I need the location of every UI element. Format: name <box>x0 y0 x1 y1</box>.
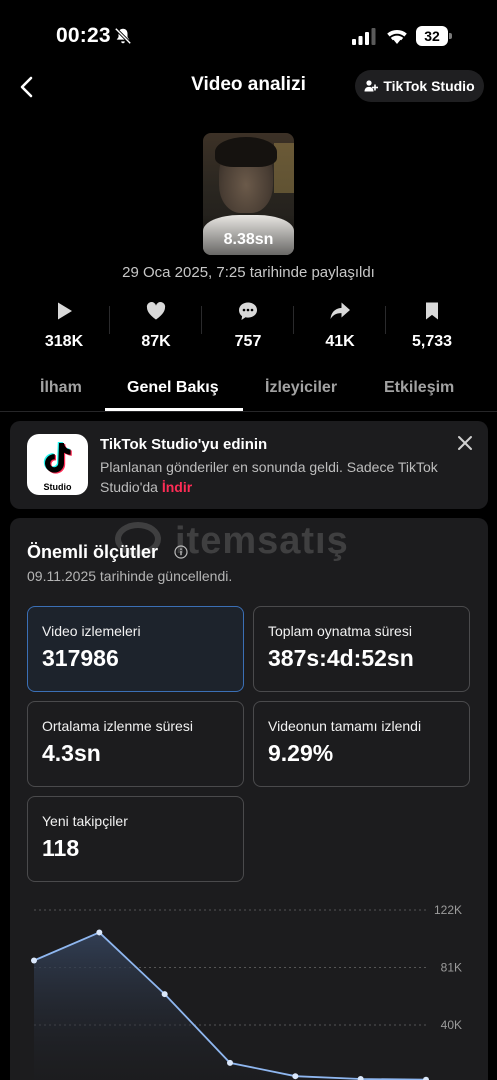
tab-viewers[interactable]: İzleyiciler <box>265 379 337 397</box>
active-tab-indicator <box>105 408 243 411</box>
battery-tip <box>449 33 452 39</box>
stat-comments-value: 757 <box>234 333 262 350</box>
chart-point[interactable] <box>96 929 103 936</box>
wifi-icon <box>387 29 407 44</box>
key-metrics-title: Önemli ölçütler <box>27 542 159 562</box>
tiktok-studio-button[interactable]: TikTok Studio <box>355 70 484 102</box>
tiktok-studio-logo: Studio <box>27 434 88 495</box>
battery-indicator: 32 <box>416 26 452 46</box>
download-link[interactable]: İndir <box>162 479 192 495</box>
metric-tile-average-watch-time[interactable]: Ortalama izlenme süresi 4.3sn <box>27 701 244 787</box>
stat-saves-value: 5,733 <box>411 333 453 350</box>
metric-label: Yeni takipçiler <box>42 813 128 829</box>
comment-icon <box>239 302 257 320</box>
metric-value: 118 <box>42 835 80 861</box>
stat-likes: 87K <box>116 300 196 351</box>
video-views-chart: 122K 81K 40K <box>31 903 462 1080</box>
studio-promo-banner: Studio TikTok Studio'yu edinin Planlanan… <box>10 421 488 509</box>
share-icon <box>330 302 350 319</box>
metric-tile-new-followers[interactable]: Yeni takipçiler 118 <box>27 796 244 882</box>
tab-overview[interactable]: Genel Bakış <box>127 379 219 397</box>
video-thumbnail[interactable]: 8.38sn <box>203 133 294 255</box>
heart-icon <box>146 301 166 320</box>
user-plus-icon <box>364 80 379 92</box>
stat-divider <box>201 306 202 334</box>
metric-label: Ortalama izlenme süresi <box>42 718 193 734</box>
chart-y-tick-label: 81K <box>441 961 462 975</box>
tab-bar: İlham Genel Bakış İzleyiciler Etkileşim <box>0 370 497 412</box>
bell-slash-icon <box>114 27 132 45</box>
chart-point[interactable] <box>292 1073 299 1080</box>
stat-shares: 41K <box>300 300 380 351</box>
thumbnail-hair <box>215 137 277 167</box>
key-metrics-updated: 09.11.2025 tarihinde güncellendi. <box>27 568 233 584</box>
metric-tile-watched-full-video[interactable]: Videonun tamamı izlendi 9.29% <box>253 701 470 787</box>
chart-point[interactable] <box>161 991 168 998</box>
info-icon[interactable] <box>174 545 188 559</box>
cellular-signal-icon <box>352 28 376 45</box>
metric-tile-total-play-time[interactable]: Toplam oynatma süresi 387s:4d:52sn <box>253 606 470 692</box>
thumbnail-background-light <box>274 143 294 193</box>
stat-shares-value: 41K <box>325 333 355 350</box>
chart-point[interactable] <box>31 957 37 964</box>
tab-inspiration[interactable]: İlham <box>40 379 82 397</box>
studio-logo-text: Studio <box>43 482 72 492</box>
status-time: 00:23 <box>56 24 111 47</box>
metric-value: 9.29% <box>268 740 334 766</box>
battery-level: 32 <box>416 26 448 46</box>
stat-likes-value: 87K <box>141 333 171 350</box>
chart-area <box>34 932 426 1080</box>
chart-y-tick-label: 40K <box>441 1018 462 1032</box>
chart-point[interactable] <box>357 1075 364 1080</box>
banner-body-text: Planlanan gönderiler en sonunda geldi. S… <box>100 459 438 495</box>
watermark-text: itemsatış <box>175 520 349 562</box>
video-duration: 8.38sn <box>223 231 274 248</box>
key-metrics-card: itemsatış Önemli ölçütler 09.11.2025 tar… <box>10 518 488 1080</box>
play-icon <box>58 302 72 320</box>
bookmark-icon <box>426 302 438 320</box>
status-bar: 00:23 32 <box>0 0 497 70</box>
close-icon[interactable] <box>456 434 474 452</box>
chart-y-tick-label: 122K <box>434 903 462 917</box>
tab-engagement[interactable]: Etkileşim <box>384 379 454 397</box>
banner-title: TikTok Studio'yu edinin <box>100 436 268 453</box>
metric-label: Video izlemeleri <box>42 623 141 639</box>
stat-saves: 5,733 <box>392 300 472 351</box>
posted-date: 29 Oca 2025, 7:25 tarihinde paylaşıldı <box>122 264 375 281</box>
chart-point[interactable] <box>227 1059 233 1066</box>
metric-label: Videonun tamamı izlendi <box>268 718 422 734</box>
stat-views-value: 318K <box>44 333 84 350</box>
tiktok-studio-button-label: TikTok Studio <box>383 78 475 94</box>
banner-body: Planlanan gönderiler en sonunda geldi. S… <box>100 457 440 497</box>
metric-value: 4.3sn <box>42 740 101 766</box>
stat-divider <box>293 306 294 334</box>
metric-value: 317986 <box>42 645 119 671</box>
stat-views: 318K <box>24 300 104 351</box>
metric-value: 387s:4d:52sn <box>268 645 414 671</box>
stat-divider <box>385 306 386 334</box>
stat-comments: 757 <box>208 300 288 351</box>
tiktok-note-icon <box>43 442 72 474</box>
metric-tile-video-views[interactable]: Video izlemeleri 317986 <box>27 606 244 692</box>
stat-divider <box>109 306 110 334</box>
metric-label: Toplam oynatma süresi <box>268 623 412 639</box>
